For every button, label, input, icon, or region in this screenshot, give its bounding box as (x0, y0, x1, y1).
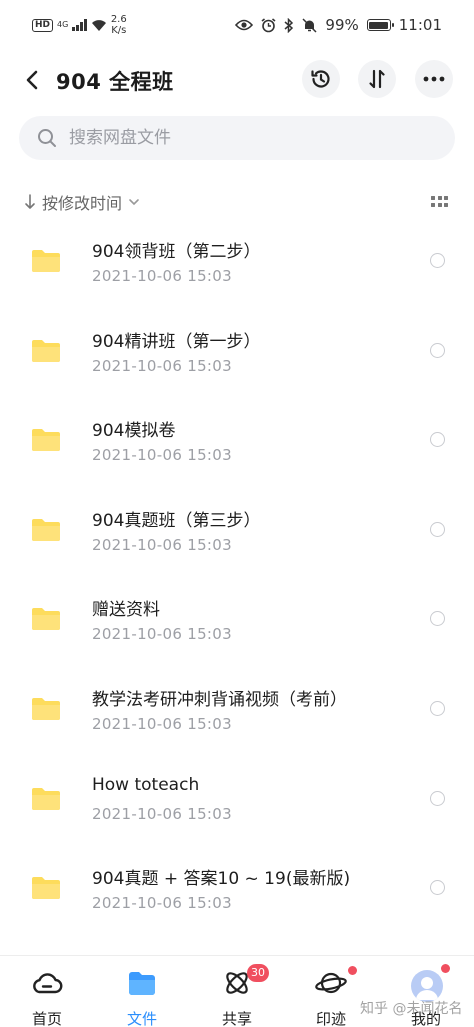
bluetooth-icon (284, 17, 294, 33)
file-list: 904领背班（第二步） 2021-10-06 15:03 904精讲班（第一步） 20… (0, 218, 474, 935)
select-radio[interactable] (430, 611, 445, 627)
status-right: 99% 11:01 (235, 16, 442, 34)
select-radio[interactable] (430, 253, 445, 268)
signal-icon (72, 19, 87, 31)
sort-arrows-icon (369, 69, 385, 89)
back-arrow-icon (26, 70, 38, 90)
grid-view-icon[interactable] (431, 196, 448, 207)
mute-icon (302, 17, 317, 33)
hd-indicator: HD (32, 18, 54, 32)
file-row[interactable]: 教学法考研冲刺背诵视频（考前） 2021-10-06 15:03 (0, 666, 474, 756)
file-name: 904领背班（第二步） (92, 242, 261, 262)
history-icon (311, 70, 330, 88)
more-dots-icon (423, 76, 445, 82)
file-name: 904模拟卷 (92, 421, 176, 442)
tab-files[interactable]: 文件 (97, 956, 187, 1027)
file-date: 2021-10-06 15:03 (92, 625, 232, 644)
back-button[interactable] (18, 66, 46, 94)
select-radio[interactable] (430, 880, 445, 896)
file-name: How toteach (92, 774, 200, 795)
select-radio[interactable] (430, 700, 445, 716)
file-row[interactable]: 赠送资料 2021-10-06 15:03 (0, 576, 474, 666)
battery-percent: 99% (325, 16, 359, 34)
folder-tab-icon (129, 972, 155, 995)
eye-icon (235, 19, 254, 31)
tab-share-label: 共享 (221, 1010, 252, 1027)
wifi-icon (91, 19, 106, 31)
speed-unit: K/s (111, 25, 127, 36)
network-speed: 2.6 K/s (111, 14, 127, 36)
file-row[interactable]: How toteach 2021-10-06 15:03 (0, 756, 474, 846)
file-name: 904精讲班（第一步） (92, 331, 261, 352)
alarm-icon (261, 17, 276, 32)
sort-label: 按修改时间 (42, 194, 123, 213)
file-row[interactable]: 904精讲班（第一步） 2021-10-06 15:03 (0, 308, 474, 398)
folder-icon (32, 339, 60, 362)
page-title: 904 全程班 (56, 70, 174, 94)
file-date: 2021-10-06 15:03 (92, 714, 232, 733)
down-arrow-icon (25, 194, 35, 209)
file-name: 904真题 + 答案10 ~ 19(最新版) (92, 869, 351, 890)
search-bar[interactable] (19, 116, 455, 160)
file-name: 赠送资料 (92, 600, 160, 621)
file-row[interactable]: 904真题班（第三步） 2021-10-06 15:03 (0, 487, 474, 577)
folder-icon (32, 877, 60, 900)
file-name: 教学法考研冲刺背诵视频（考前） (92, 689, 347, 710)
tab-files-label: 文件 (126, 1010, 157, 1027)
sort-row: 按修改时间 (24, 190, 454, 216)
file-date: 2021-10-06 15:03 (92, 267, 232, 285)
file-date: 2021-10-06 15:03 (92, 804, 232, 823)
folder-icon (32, 608, 60, 631)
battery-icon (366, 19, 394, 31)
select-radio[interactable] (430, 790, 445, 806)
watermark: 知乎 @未闻花名 (360, 1001, 463, 1017)
tab-share[interactable]: 30 共享 (192, 956, 282, 1027)
file-date: 2021-10-06 15:03 (92, 356, 232, 375)
status-left: HD 4G 2.6 K/s (32, 14, 127, 36)
file-row[interactable]: 904领背班（第二步） 2021-10-06 15:03 (0, 218, 474, 308)
folder-icon (32, 429, 60, 452)
mine-notification-dot (441, 964, 450, 973)
chevron-down-icon (129, 199, 139, 206)
speed-value: 2.6 (110, 14, 127, 25)
trail-notification-dot (348, 966, 357, 975)
history-button[interactable] (302, 60, 340, 98)
file-date: 2021-10-06 15:03 (92, 535, 232, 554)
sort-button[interactable] (358, 60, 396, 98)
cloud-home-icon (33, 973, 63, 994)
select-radio[interactable] (430, 432, 445, 448)
file-date: 2021-10-06 15:03 (92, 894, 232, 913)
header: 904 全程班 (0, 56, 474, 104)
search-icon (38, 129, 56, 147)
share-badge: 30 (247, 964, 269, 982)
folder-icon (32, 697, 60, 720)
sort-selector[interactable]: 按修改时间 (24, 190, 140, 214)
select-radio[interactable] (430, 342, 445, 358)
clock: 11:01 (398, 16, 442, 34)
file-row[interactable]: 904真题 + 答案10 ~ 19(最新版) 2021-10-06 15:03 (0, 845, 474, 935)
file-date: 2021-10-06 15:03 (92, 446, 232, 465)
tab-home[interactable]: 首页 (2, 956, 92, 1027)
file-row[interactable]: 904模拟卷 2021-10-06 15:03 (0, 397, 474, 487)
folder-icon (32, 518, 60, 541)
network-type: 4G (57, 20, 69, 29)
status-bar: HD 4G 2.6 K/s 99% 11:01 (0, 0, 474, 52)
select-radio[interactable] (430, 521, 445, 537)
folder-icon (32, 787, 60, 810)
tab-home-label: 首页 (31, 1010, 62, 1027)
folder-icon (32, 250, 60, 272)
file-name: 904真题班（第三步） (92, 510, 261, 531)
planet-icon (315, 972, 347, 994)
more-button[interactable] (415, 60, 453, 98)
search-input[interactable] (69, 128, 429, 148)
